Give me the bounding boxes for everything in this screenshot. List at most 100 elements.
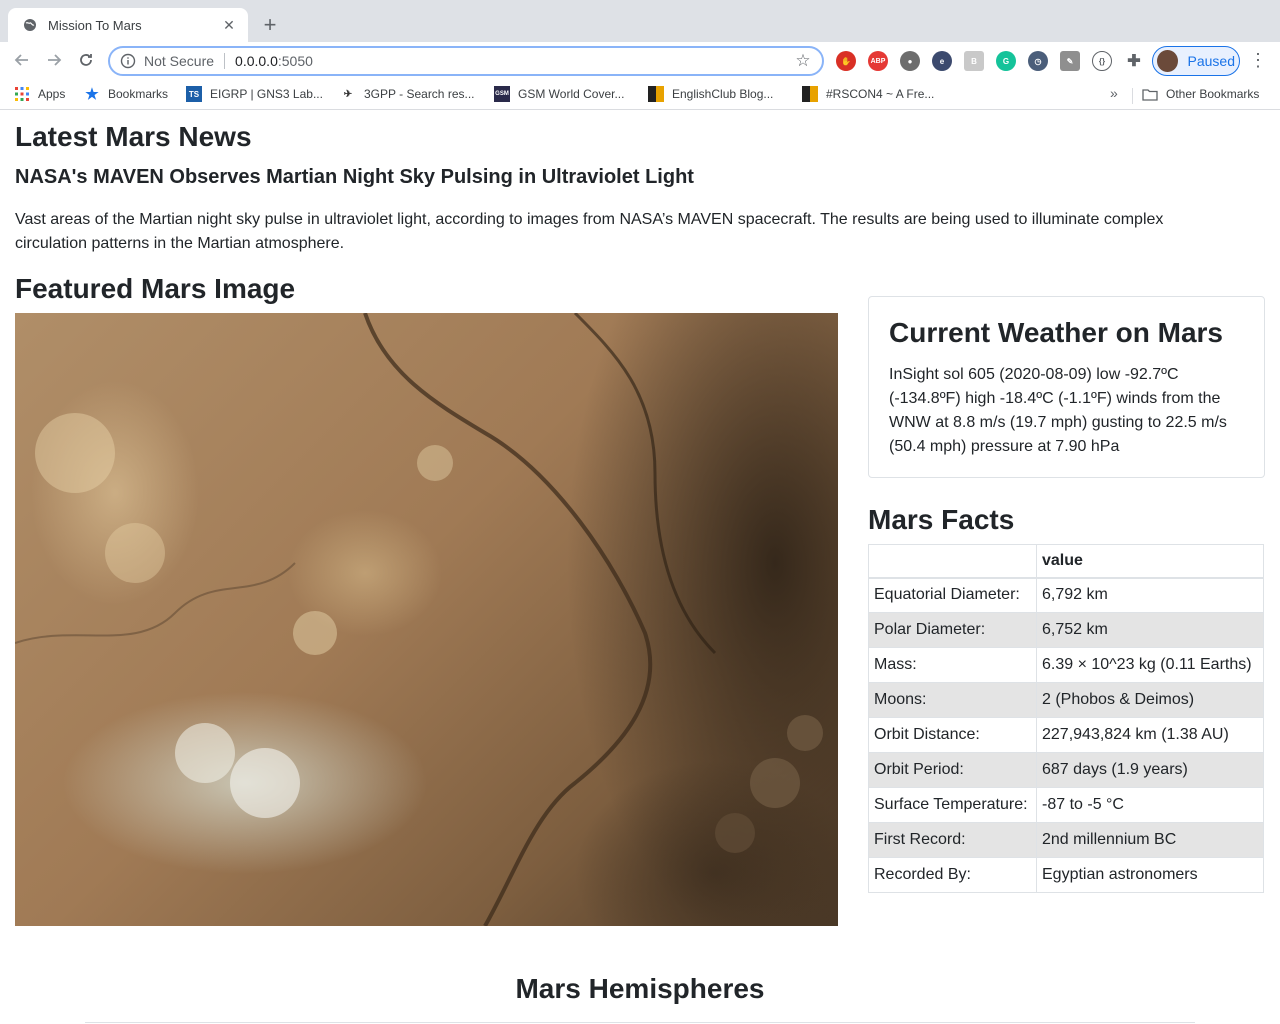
table-row: Orbit Period: 687 days (1.9 years) bbox=[868, 752, 1264, 788]
fact-value: 2 (Phobos & Deimos) bbox=[1036, 682, 1264, 718]
table-row: First Record: 2nd millennium BC bbox=[868, 822, 1264, 858]
profile-status: Paused bbox=[1187, 53, 1235, 69]
arrow-right-icon bbox=[48, 54, 62, 66]
reload-button[interactable] bbox=[74, 48, 98, 72]
bookmark-label: EnglishClub Blog... bbox=[672, 87, 774, 101]
extension-code-icon[interactable]: {} bbox=[1092, 51, 1112, 71]
latest-news-heading: Latest Mars News bbox=[15, 121, 252, 152]
arrow-left-icon bbox=[14, 54, 28, 66]
bookmark-other[interactable]: Other Bookmarks bbox=[1142, 85, 1259, 103]
extensions-puzzle-icon[interactable]: ✚ bbox=[1124, 51, 1144, 71]
gsm-icon: GSM bbox=[494, 86, 510, 102]
bookmark-apps[interactable]: Apps bbox=[14, 85, 65, 103]
star-icon: ★ bbox=[85, 86, 99, 103]
browser-tab[interactable]: Mission To Mars ✕ bbox=[8, 8, 248, 42]
tab-title: Mission To Mars bbox=[48, 17, 142, 33]
bookmark-bookmarks[interactable]: ★ Bookmarks bbox=[84, 85, 168, 103]
fact-label: Mass: bbox=[868, 647, 1037, 683]
browser-toolbar: Not Secure 0.0.0.0:5050 ☆ ✋ ABP ● e B G … bbox=[0, 42, 1280, 78]
3gpp-icon: ✈ bbox=[343, 88, 353, 100]
adblock-hand-icon[interactable]: ✋ bbox=[836, 51, 856, 71]
url-host: 0.0.0.0 bbox=[235, 53, 278, 69]
menu-kebab-icon[interactable]: ⋮ bbox=[1249, 50, 1267, 70]
fact-label: Equatorial Diameter: bbox=[868, 577, 1037, 613]
omnibox-divider bbox=[224, 53, 226, 69]
bookmark-englishclub[interactable]: EnglishClub Blog... bbox=[648, 85, 773, 103]
apps-grid-icon bbox=[14, 86, 30, 102]
bookmarks-divider bbox=[1132, 88, 1133, 104]
blog-icon bbox=[648, 86, 664, 102]
fact-value: 2nd millennium BC bbox=[1036, 822, 1264, 858]
fact-label: Orbit Period: bbox=[868, 752, 1037, 788]
security-label: Not Secure bbox=[144, 53, 215, 69]
news-paragraph: Vast areas of the Martian night sky puls… bbox=[15, 211, 1164, 252]
bookmark-star-icon[interactable]: ☆ bbox=[794, 51, 812, 70]
rscon-icon bbox=[802, 86, 818, 102]
avatar bbox=[1157, 50, 1178, 72]
mars-facts-heading: Mars Facts bbox=[868, 504, 1015, 535]
extension-clock-icon[interactable]: ◷ bbox=[1028, 51, 1048, 71]
fact-value: -87 to -5 °C bbox=[1036, 787, 1264, 823]
bookmark-label: Apps bbox=[38, 87, 66, 101]
fact-label: Polar Diameter: bbox=[868, 612, 1037, 648]
fact-value: 227,943,824 km (1.38 AU) bbox=[1036, 717, 1264, 753]
weather-text: InSight sol 605 (2020-08-09) low -92.7ºC… bbox=[889, 366, 1227, 455]
ts-icon: TS bbox=[186, 86, 202, 102]
bookmark-label: Other Bookmarks bbox=[1166, 87, 1260, 101]
table-row: Recorded By: Egyptian astronomers bbox=[868, 857, 1264, 893]
table-header-row: value bbox=[868, 544, 1264, 579]
bookmark-rscon[interactable]: #RSCON4 ~ A Fre... bbox=[802, 85, 934, 103]
info-icon[interactable] bbox=[120, 53, 136, 69]
extension-e-icon[interactable]: e bbox=[932, 51, 952, 71]
featured-image-heading: Featured Mars Image bbox=[15, 273, 296, 304]
tab-strip: Mission To Mars ✕ + bbox=[0, 0, 1280, 42]
url-text[interactable]: 0.0.0.0:5050 bbox=[235, 53, 794, 69]
fact-value: 6,792 km bbox=[1036, 577, 1264, 613]
bookmark-label: EIGRP | GNS3 Lab... bbox=[210, 87, 323, 101]
fact-value: Egyptian astronomers bbox=[1036, 857, 1264, 893]
table-row: Moons: 2 (Phobos & Deimos) bbox=[868, 682, 1264, 718]
extension-b-icon[interactable]: B bbox=[964, 51, 984, 71]
bookmark-label: GSM World Cover... bbox=[518, 87, 625, 101]
bookmarks-overflow-icon[interactable]: » bbox=[1110, 85, 1118, 101]
news-title: NASA's MAVEN Observes Martian Night Sky … bbox=[15, 166, 694, 188]
bookmark-label: #RSCON4 ~ A Fre... bbox=[826, 87, 935, 101]
bookmark-label: Bookmarks bbox=[108, 87, 169, 101]
bookmark-3gpp[interactable]: ✈ 3GPP - Search res... bbox=[340, 85, 475, 103]
column-header bbox=[868, 544, 1037, 579]
table-row: Polar Diameter: 6,752 km bbox=[868, 612, 1264, 648]
profile-button[interactable]: Paused bbox=[1152, 46, 1240, 76]
fact-label: Recorded By: bbox=[868, 857, 1037, 893]
tab-close-icon[interactable]: ✕ bbox=[220, 16, 238, 34]
hemispheres-heading: Mars Hemispheres bbox=[515, 973, 765, 1004]
new-tab-button[interactable]: + bbox=[258, 12, 282, 37]
forward-button[interactable] bbox=[42, 48, 66, 72]
fact-label: Moons: bbox=[868, 682, 1037, 718]
fact-label: Surface Temperature: bbox=[868, 787, 1037, 823]
address-bar[interactable]: Not Secure 0.0.0.0:5050 ☆ bbox=[108, 46, 824, 76]
grammarly-icon[interactable]: G bbox=[996, 51, 1016, 71]
mars-facts-table: value Equatorial Diameter: 6,792 km Polar… bbox=[868, 544, 1264, 893]
featured-mars-image bbox=[15, 313, 838, 926]
fact-value: 687 days (1.9 years) bbox=[1036, 752, 1264, 788]
weather-heading: Current Weather on Mars bbox=[889, 317, 1223, 348]
table-row: Mass: 6.39 × 10^23 kg (0.11 Earths) bbox=[868, 647, 1264, 683]
fact-label: Orbit Distance: bbox=[868, 717, 1037, 753]
weather-card: Current Weather on Mars InSight sol 605 … bbox=[868, 296, 1265, 478]
table-row: Surface Temperature: -87 to -5 °C bbox=[868, 787, 1264, 823]
url-port: :5050 bbox=[277, 53, 313, 69]
bookmark-label: 3GPP - Search res... bbox=[364, 87, 475, 101]
bookmark-gsm[interactable]: GSM GSM World Cover... bbox=[494, 85, 624, 103]
table-row: Orbit Distance: 227,943,824 km (1.38 AU) bbox=[868, 717, 1264, 753]
extension-grey-icon[interactable]: ● bbox=[900, 51, 920, 71]
extension-eyedropper-icon[interactable]: ✎ bbox=[1060, 51, 1080, 71]
page-content: Latest Mars News NASA's MAVEN Observes M… bbox=[0, 111, 1280, 1024]
globe-icon bbox=[22, 17, 38, 33]
bookmark-eigrp[interactable]: TS EIGRP | GNS3 Lab... bbox=[186, 85, 323, 103]
back-button[interactable] bbox=[10, 48, 34, 72]
section-divider bbox=[85, 1022, 1195, 1023]
fact-label: First Record: bbox=[868, 822, 1037, 858]
adblock-plus-icon[interactable]: ABP bbox=[868, 51, 888, 71]
fact-value: 6.39 × 10^23 kg (0.11 Earths) bbox=[1036, 647, 1264, 683]
reload-icon bbox=[80, 54, 92, 66]
